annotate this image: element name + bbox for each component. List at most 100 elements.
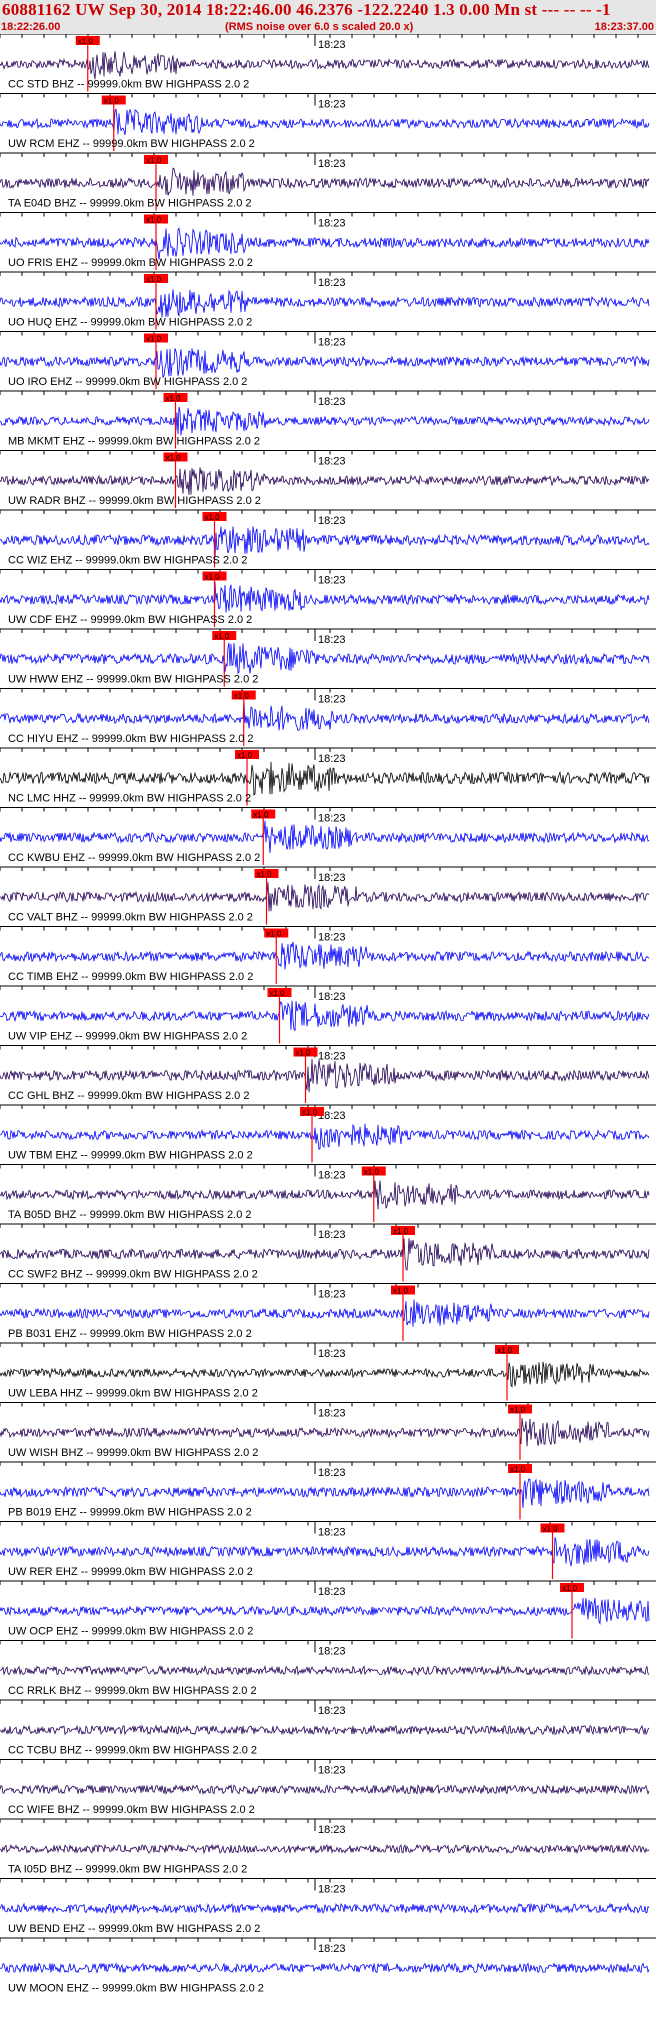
minute-label: 18:23 xyxy=(318,396,346,408)
minute-label: 18:23 xyxy=(318,634,346,646)
waveform xyxy=(0,1537,650,1567)
trace-row: 18:23 x1.0 UW HWW EHZ -- 99999.0km BW HIGH… xyxy=(0,628,656,687)
minute-label: 18:23 xyxy=(318,1527,346,1539)
waveform xyxy=(0,1843,650,1855)
pick-label: x1.0 xyxy=(205,513,221,522)
trace-row: 18:23 x1.0 TA E04D BHZ -- 99999.0km BW HIG… xyxy=(0,152,656,211)
minute-label: 18:23 xyxy=(318,337,346,349)
minute-label: 18:23 xyxy=(318,277,346,289)
trace-row: 18:23 CC WIFE BHZ -- 99999.0km BW HIGHPAS… xyxy=(0,1759,656,1816)
waveform xyxy=(0,1597,650,1625)
station-label: CC WIZ EHZ -- 99999.0km BW HIGHPASS 2.0 … xyxy=(8,555,247,567)
waveform xyxy=(0,1478,650,1509)
scale-note: (RMS noise over 6.0 s scaled 20.0 x) xyxy=(225,21,414,33)
waveform xyxy=(0,108,650,135)
station-label: TA B05D BHZ -- 99999.0km BW HIGHPASS 2.0… xyxy=(8,1209,252,1221)
station-label: UW RCM EHZ -- 99999.0km BW HIGHPASS 2.0 … xyxy=(8,138,255,150)
minute-label: 18:23 xyxy=(318,1943,346,1955)
waveform xyxy=(0,941,650,970)
pick-label: x1.0 xyxy=(166,394,182,403)
minute-label: 18:23 xyxy=(318,753,346,765)
station-label: CC KWBU EHZ -- 99999.0km BW HIGHPASS 2.0… xyxy=(8,852,260,864)
waveform xyxy=(0,1361,650,1388)
trace-row: 18:23 UW BEND EHZ -- 99999.0km BW HIGHPAS… xyxy=(0,1878,656,1935)
waveform xyxy=(0,1962,650,1974)
station-label: MB MKMT EHZ -- 99999.0km BW HIGHPASS 2.0… xyxy=(8,436,260,448)
pick-label: x1.0 xyxy=(205,573,221,582)
waveform xyxy=(0,289,650,318)
pick-label: x1.0 xyxy=(257,870,273,879)
trace-row: 18:23 x1.0 UW OCP EHZ -- 99999.0km BW HIGH… xyxy=(0,1580,656,1639)
pick-label: x1.0 xyxy=(146,275,162,284)
trace-row: 18:23 UW MOON EHZ -- 99999.0km BW HIGHPAS… xyxy=(0,1937,656,1995)
start-time: 18:22:26.00 xyxy=(1,21,61,33)
trace-row: 18:23 x1.0 UO IRO EHZ -- 99999.0km BW HIGH… xyxy=(0,331,656,389)
trace-row: 18:23 x1.0 UW LEBA HHZ -- 99999.0km BW HIG… xyxy=(0,1342,656,1401)
minute-label: 18:23 xyxy=(318,1229,346,1241)
minute-label: 18:23 xyxy=(318,872,346,884)
pick-label: x1.0 xyxy=(237,751,253,760)
pick-label: x1.0 xyxy=(146,216,162,225)
waveform xyxy=(0,820,650,854)
station-label: UW LEBA HHZ -- 99999.0km BW HIGHPASS 2.0… xyxy=(8,1388,258,1400)
waveform xyxy=(0,1123,650,1150)
minute-label: 18:23 xyxy=(318,1467,346,1479)
minute-label: 18:23 xyxy=(318,575,346,587)
minute-label: 18:23 xyxy=(318,932,346,944)
station-label: NC LMC HHZ -- 99999.0km BW HIGHPASS 2.0 … xyxy=(8,793,251,805)
station-label: TA E04D BHZ -- 99999.0km BW HIGHPASS 2.0… xyxy=(8,198,252,210)
waveform xyxy=(0,1238,650,1271)
waveform xyxy=(0,1058,650,1093)
pick-label: x1.0 xyxy=(364,1168,380,1177)
trace-row: 18:23 x1.0 CC WIZ EHZ -- 99999.0km BW HIGH… xyxy=(0,509,656,568)
pick-label: x1.0 xyxy=(270,989,286,998)
station-label: UW HWW EHZ -- 99999.0km BW HIGHPASS 2.0 … xyxy=(8,674,258,686)
station-label: UW VIP EHZ -- 99999.0km BW HIGHPASS 2.0 … xyxy=(8,1031,247,1043)
station-label: CC RRLK BHZ -- 99999.0km BW HIGHPASS 2.0… xyxy=(8,1685,257,1697)
pick-label: x1.0 xyxy=(166,454,182,463)
station-label: TA I05D BHZ -- 99999.0km BW HIGHPASS 2.0… xyxy=(8,1864,247,1876)
waveform xyxy=(0,1724,650,1736)
trace-row: 18:23 TA I05D BHZ -- 99999.0km BW HIGHPAS… xyxy=(0,1818,656,1876)
waveform xyxy=(0,1299,650,1327)
minute-label: 18:23 xyxy=(318,694,346,706)
waveform xyxy=(0,642,650,675)
station-label: UW WISH BHZ -- 99999.0km BW HIGHPASS 2.0… xyxy=(8,1447,258,1459)
station-label: UW RADR BHZ -- 99999.0km BW HIGHPASS 2.0… xyxy=(8,495,261,507)
pick-label: x1.0 xyxy=(266,930,282,939)
minute-label: 18:23 xyxy=(318,1765,346,1777)
pick-label: x1.0 xyxy=(510,1406,526,1415)
station-label: CC HIYU EHZ -- 99999.0km BW HIGHPASS 2.0… xyxy=(8,733,254,745)
trace-row: 18:23 CC RRLK BHZ -- 99999.0km BW HIGHPAS… xyxy=(0,1640,656,1697)
waveform xyxy=(0,1664,650,1677)
station-label: CC SWF2 BHZ -- 99999.0km BW HIGHPASS 2.0… xyxy=(8,1269,258,1281)
seismogram-plot: 18:23 x1.0 CC STD BHZ -- 99999.0km BW HIGH… xyxy=(0,34,656,1995)
trace-row: 18:23 x1.0 UW RCM EHZ -- 99999.0km BW HIGH… xyxy=(0,93,656,151)
station-label: UW OCP EHZ -- 99999.0km BW HIGHPASS 2.0 … xyxy=(8,1626,253,1638)
station-label: CC WIFE BHZ -- 99999.0km BW HIGHPASS 2.0… xyxy=(8,1804,255,1816)
trace-row: 18:23 x1.0 PB B019 EHZ -- 99999.0km BW HIG… xyxy=(0,1461,656,1520)
station-label: UO IRO EHZ -- 99999.0km BW HIGHPASS 2.0 … xyxy=(8,376,247,388)
waveform xyxy=(0,882,650,912)
minute-label: 18:23 xyxy=(318,1646,346,1658)
waveform xyxy=(0,1902,650,1915)
waveform xyxy=(0,1000,650,1032)
minute-label: 18:23 xyxy=(318,991,346,1003)
trace-row: 18:23 x1.0 CC HIYU EHZ -- 99999.0km BW HIG… xyxy=(0,688,656,746)
station-label: UW CDF EHZ -- 99999.0km BW HIGHPASS 2.0 … xyxy=(8,614,252,626)
waveform xyxy=(0,406,650,436)
minute-label: 18:23 xyxy=(318,1884,346,1896)
station-label: CC TCBU BHZ -- 99999.0km BW HIGHPASS 2.0… xyxy=(8,1745,257,1757)
trace-row: 18:23 x1.0 TA B05D BHZ -- 99999.0km BW HIG… xyxy=(0,1164,656,1222)
pick-label: x1.0 xyxy=(104,97,120,106)
station-label: UW MOON EHZ -- 99999.0km BW HIGHPASS 2.0… xyxy=(8,1983,264,1995)
waveform xyxy=(0,526,650,558)
trace-row: 18:23 x1.0 CC GHL BHZ -- 99999.0km BW HIGH… xyxy=(0,1045,656,1103)
trace-row: 18:23 x1.0 NC LMC HHZ -- 99999.0km BW HIGH… xyxy=(0,747,656,806)
trace-row: 18:23 x1.0 CC KWBU EHZ -- 99999.0km BW HIG… xyxy=(0,807,656,865)
trace-row: 18:23 x1.0 UW VIP EHZ -- 99999.0km BW HIGH… xyxy=(0,985,656,1044)
station-label: UW BEND EHZ -- 99999.0km BW HIGHPASS 2.0… xyxy=(8,1923,260,1935)
pick-label: x1.0 xyxy=(296,1049,312,1058)
minute-label: 18:23 xyxy=(318,158,346,170)
waveform xyxy=(0,582,650,613)
